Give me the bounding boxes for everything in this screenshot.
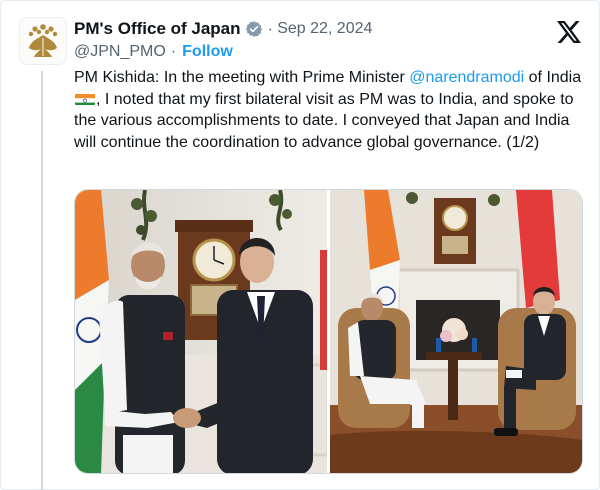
separator-dot: · (170, 43, 177, 60)
post-text: PM Kishida: In the meeting with Prime Mi… (74, 67, 584, 153)
separator-dot: · (267, 19, 274, 38)
post-header: PM's Office of Japan · Sep 22, 2024 @JPN… (74, 18, 539, 62)
photo-seated-meeting[interactable] (330, 190, 582, 473)
account-handle[interactable]: @JPN_PMO (74, 43, 166, 61)
india-flag-emoji (75, 92, 95, 105)
follow-button[interactable]: Follow (182, 43, 233, 61)
post-text-intro: PM Kishida: In the meeting with Prime Mi… (74, 69, 410, 86)
avatar[interactable] (19, 17, 67, 65)
media-grid (74, 189, 583, 474)
post-text-mid: of India (524, 69, 582, 86)
x-logo-icon[interactable] (557, 21, 581, 43)
display-name[interactable]: PM's Office of Japan (74, 19, 241, 39)
mention-link[interactable]: @narendramodi (409, 69, 524, 86)
post-date[interactable]: Sep 22, 2024 (277, 20, 372, 38)
post-card: PM's Office of Japan · Sep 22, 2024 @JPN… (0, 0, 600, 490)
verified-badge-icon (245, 20, 263, 38)
post-text-rest: , I noted that my first bilateral visit … (74, 90, 574, 151)
thread-line (41, 71, 43, 490)
paulownia-crest-icon (28, 24, 58, 57)
photo-handshake[interactable] (75, 190, 327, 473)
